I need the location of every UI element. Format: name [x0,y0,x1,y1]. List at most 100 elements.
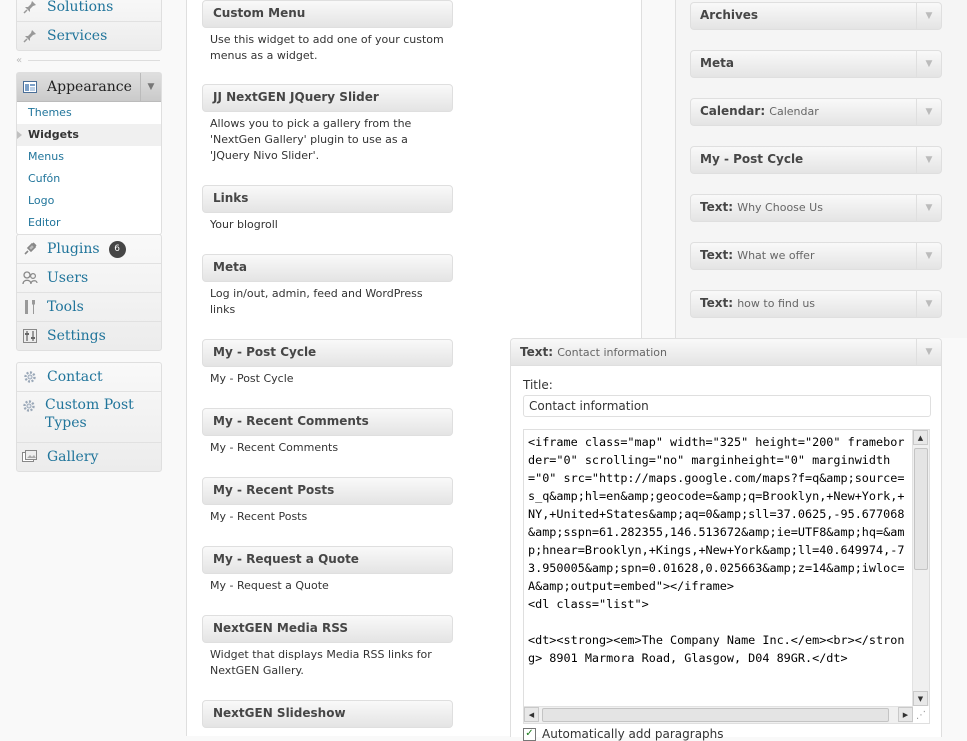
chevron-down-icon[interactable]: ▼ [916,147,941,173]
menu-item-label: Tools [47,299,84,315]
resize-grip-icon[interactable]: ⋰ [913,707,929,723]
autop-checkbox-row[interactable]: ✓ Automatically add paragraphs [523,727,724,741]
available-widget-nextgen-slideshow[interactable]: NextGEN Slideshow [202,700,453,728]
vertical-scrollbar[interactable]: ▲ ▼ [912,430,929,706]
menu-group-bottom: Contact Custom Post Types Gallery [16,362,162,472]
horizontal-scrollbar[interactable]: ◀ ▶ [524,706,913,723]
widget-title: NextGEN Media RSS [213,621,348,635]
chevron-down-icon[interactable]: ▼ [916,3,941,29]
widget-title: Meta [213,260,247,274]
available-widget-custom-menu[interactable]: Custom Menu [202,0,453,28]
sidebar-widget-title: My - Post Cycle [700,152,804,166]
available-widget-jj-nextgen-jquery-slider[interactable]: JJ NextGEN JQuery Slider [202,84,453,112]
available-widget-links[interactable]: Links [202,185,453,213]
submenu-item-themes[interactable]: Themes [17,102,161,124]
widget-description: Allows you to pick a gallery from the 'N… [210,117,412,162]
available-widget-my-request-a-quote[interactable]: My - Request a Quote [202,546,453,574]
submenu-item-widgets[interactable]: Widgets [17,124,161,146]
collapse-menu-icon[interactable]: « [16,55,22,66]
plugins-icon [22,241,38,257]
autop-label: Automatically add paragraphs [542,727,724,741]
scroll-up-icon[interactable]: ▲ [913,430,928,445]
available-widget-meta[interactable]: Meta [202,254,453,282]
menu-separator [28,60,160,61]
sidebar-widget-archives[interactable]: Archives ▼ [690,2,942,30]
chevron-down-icon[interactable]: ▼ [916,51,941,77]
menu-item-services[interactable]: Services [17,22,161,50]
menu-appearance-label: Appearance [47,79,132,95]
menu-item-contact[interactable]: Contact [17,363,161,392]
gear-icon [22,398,36,414]
available-widget-my-post-cycle[interactable]: My - Post Cycle [202,339,453,367]
chevron-down-icon[interactable]: ▼ [916,195,941,221]
chevron-down-icon[interactable]: ▼ [916,243,941,269]
chevron-down-icon[interactable]: ▼ [916,291,941,317]
widget-description: Use this widget to add one of your custo… [210,33,444,62]
menu-item-tools[interactable]: Tools [17,293,161,322]
available-widget-my-recent-posts[interactable]: My - Recent Posts [202,477,453,505]
scroll-left-icon[interactable]: ◀ [524,707,539,722]
open-widget-header[interactable]: Text: Contact information ▼ [511,339,941,366]
menu-item-label: Users [47,270,89,286]
menu-item-gallery[interactable]: Gallery [17,443,161,471]
menu-item-users[interactable]: Users [17,264,161,293]
widget-title: My - Request a Quote [213,552,359,566]
horizontal-scroll-thumb[interactable] [542,708,889,722]
widget-title: My - Post Cycle [213,345,317,359]
sidebar-widget-text-why-choose-us[interactable]: Text: Why Choose Us ▼ [690,194,942,222]
available-widget-nextgen-media-rss[interactable]: NextGEN Media RSS [202,615,453,643]
sidebar-widget-title: Meta [700,56,734,70]
menu-item-label: Plugins [47,241,100,257]
submenu-item-logo[interactable]: Logo [17,190,161,212]
widget-description: Your blogroll [210,218,278,231]
gallery-icon [22,449,38,465]
open-text-widget: Text: Contact information ▼ Title: <ifra… [510,338,942,741]
widget-description: My - Recent Posts [210,510,308,523]
submenu-item-menus[interactable]: Menus [17,146,161,168]
title-input[interactable] [523,395,931,417]
chevron-down-icon[interactable]: ▼ [140,73,161,101]
content-textarea[interactable]: <iframe class="map" width="325" height="… [523,429,930,724]
menu-item-custom-post-types[interactable]: Custom Post Types [17,392,161,443]
sidebar-widget-title: Text: Why Choose Us [700,200,823,214]
sidebar-widget-my-post-cycle[interactable]: My - Post Cycle ▼ [690,146,942,174]
chevron-down-icon[interactable]: ▼ [916,99,941,125]
vertical-scroll-thumb[interactable] [914,448,928,570]
admin-menu: Solutions Services « Appearance ▼ Themes W… [0,0,186,736]
pin-icon [22,0,38,15]
widget-title: Links [213,191,249,205]
menu-item-settings[interactable]: Settings [17,322,161,350]
sidebar-widget-calendar-calendar[interactable]: Calendar: Calendar ▼ [690,98,942,126]
sidebar-widget-title: Text: how to find us [700,296,816,310]
open-widget-title: Text: Contact information [520,345,667,359]
widget-description: My - Post Cycle [210,372,294,385]
available-widget-my-recent-comments[interactable]: My - Recent Comments [202,408,453,436]
submenu-item-cufon[interactable]: Cufón [17,168,161,190]
autop-checkbox[interactable]: ✓ [523,727,536,741]
sidebar-widget-title: Calendar: Calendar [700,104,819,118]
submenu-item-editor[interactable]: Editor [17,212,161,234]
widget-title: NextGEN Slideshow [213,706,346,720]
menu-item-label: Custom Post Types [45,397,134,431]
menu-item-plugins[interactable]: Plugins 6 [17,235,161,264]
scroll-right-icon[interactable]: ▶ [898,707,913,722]
content-text[interactable]: <iframe class="map" width="325" height="… [528,433,910,705]
menu-appearance-header[interactable]: Appearance ▼ [17,73,161,102]
menu-item-solutions[interactable]: Solutions [17,0,161,22]
sidebar-widget-text-what-we-offer[interactable]: Text: What we offer ▼ [690,242,942,270]
chevron-down-icon[interactable]: ▼ [916,339,941,365]
settings-icon [22,328,38,344]
sidebar-widget-meta[interactable]: Meta ▼ [690,50,942,78]
scroll-down-icon[interactable]: ▼ [913,691,928,706]
sidebar-widget-text-how-to-find-us[interactable]: Text: how to find us ▼ [690,290,942,318]
gear-icon [22,369,38,385]
update-count-badge: 6 [108,240,126,258]
appearance-icon [22,79,38,95]
menu-appearance: Appearance ▼ Themes Widgets Menus Cufón Logo… [16,72,162,235]
menu-item-label: Gallery [47,449,99,465]
sidebar-widget-title: Archives [700,8,759,22]
widget-title: My - Recent Comments [213,414,369,428]
sidebar-widget-title: Text: What we offer [700,248,815,262]
menu-item-label: Services [47,28,108,44]
widget-title: My - Recent Posts [213,483,335,497]
